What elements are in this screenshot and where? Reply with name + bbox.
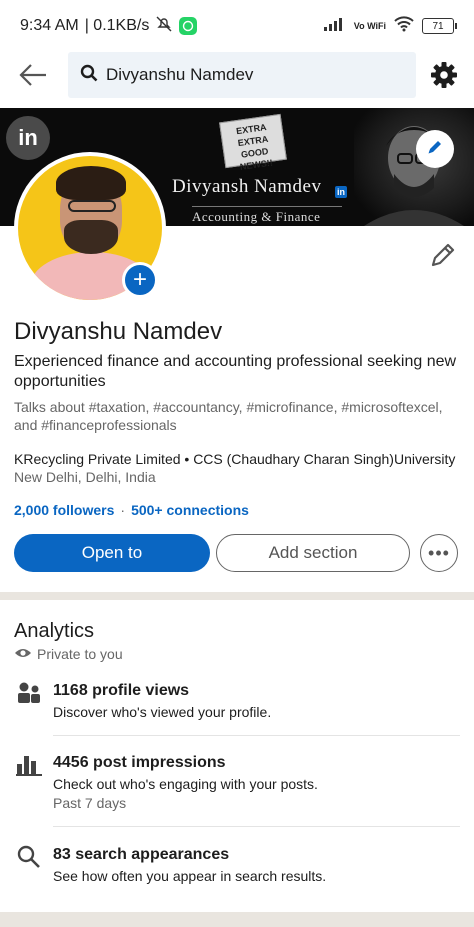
edit-profile-pencil-icon[interactable] (428, 240, 458, 270)
top-bar: Divyanshu Namdev (0, 52, 474, 98)
search-icon (80, 64, 98, 87)
analytics-item-head: 4456 post impressions (53, 754, 226, 771)
banner-newspaper: EXTRA EXTRA GOOD NEWS!! (219, 113, 287, 172)
connections-link[interactable]: 500+ connections (131, 502, 249, 518)
section-divider (0, 912, 474, 927)
profile-stats: 2,000 followers · 500+ connections (14, 502, 249, 518)
stats-separator: · (120, 502, 126, 518)
avatar-beard (64, 220, 118, 254)
search-query[interactable]: Divyanshu Namdev (106, 65, 253, 85)
analytics-item-head: 83 search appearances (53, 846, 230, 863)
banner-name: Divyansh Namdev (172, 176, 322, 197)
bar-chart-icon (16, 752, 42, 778)
talks-about: Talks about #taxation, #accountancy, #mi… (14, 399, 443, 433)
section-divider (0, 592, 474, 600)
people-icon (16, 680, 42, 706)
more-options-button[interactable]: ••• (420, 534, 458, 572)
analytics-separator (53, 735, 460, 736)
analytics-item-desc: Check out who's engaging with your posts… (53, 776, 318, 792)
analytics-separator (53, 826, 460, 827)
vowifi-label: Vo WiFi (353, 20, 386, 31)
mute-icon (155, 15, 173, 38)
analytics-item-head: 1168 profile views (53, 682, 190, 699)
status-time: 9:34 AM (20, 17, 79, 34)
profile-name: Divyanshu Namdev (14, 318, 223, 345)
banner-linkedin-icon: in (335, 186, 347, 198)
status-bar: 9:34 AM | 0.1KB/s Vo WiFi 71 (0, 0, 474, 52)
status-left: 9:34 AM | 0.1KB/s (20, 15, 198, 38)
gear-icon[interactable] (430, 61, 458, 89)
analytics-item-desc: See how often you appear in search resul… (53, 868, 327, 884)
avatar-hair (56, 166, 126, 200)
search-bar[interactable]: Divyanshu Namdev (68, 52, 416, 98)
profile-headline: Experienced finance and accounting profe… (14, 353, 457, 390)
add-photo-button[interactable]: + (122, 262, 158, 298)
open-to-button[interactable]: Open to (14, 534, 210, 572)
profile-company: KRecycling Private Limited • CCS (Chaudh… (14, 451, 456, 467)
avatar-glasses (68, 200, 116, 212)
status-right: Vo WiFi 71 (323, 15, 457, 37)
analytics-post-impressions[interactable]: 4456 post impressions Check out who's en… (0, 748, 474, 820)
followers-link[interactable]: 2,000 followers (14, 502, 114, 518)
wifi-icon (394, 15, 414, 37)
private-label: Private to you (37, 646, 123, 662)
banner-photo (354, 108, 474, 226)
battery-indicator: 71 (422, 18, 457, 34)
status-network-speed: | 0.1KB/s (84, 17, 150, 34)
linkedin-logo-icon: in (6, 116, 50, 160)
back-arrow-icon[interactable] (18, 62, 48, 88)
search-icon (16, 844, 42, 870)
edit-banner-button[interactable] (416, 130, 454, 168)
banner-subtitle: Accounting & Finance (192, 206, 342, 225)
add-section-button[interactable]: Add section (216, 534, 410, 572)
eye-icon (14, 646, 32, 662)
analytics-private: Private to you (14, 646, 123, 662)
analytics-title: Analytics (14, 620, 95, 642)
pencil-icon (426, 138, 444, 161)
analytics-item-extra: Past 7 days (53, 795, 127, 811)
profile-location: New Delhi, Delhi, India (14, 469, 156, 485)
analytics-profile-views[interactable]: 1168 profile views Discover who's viewed… (0, 676, 474, 736)
signal-icon (323, 17, 346, 36)
whatsapp-icon (179, 17, 198, 35)
analytics-item-desc: Discover who's viewed your profile. (53, 704, 272, 720)
analytics-search-appearances[interactable]: 83 search appearances See how often you … (0, 840, 474, 892)
